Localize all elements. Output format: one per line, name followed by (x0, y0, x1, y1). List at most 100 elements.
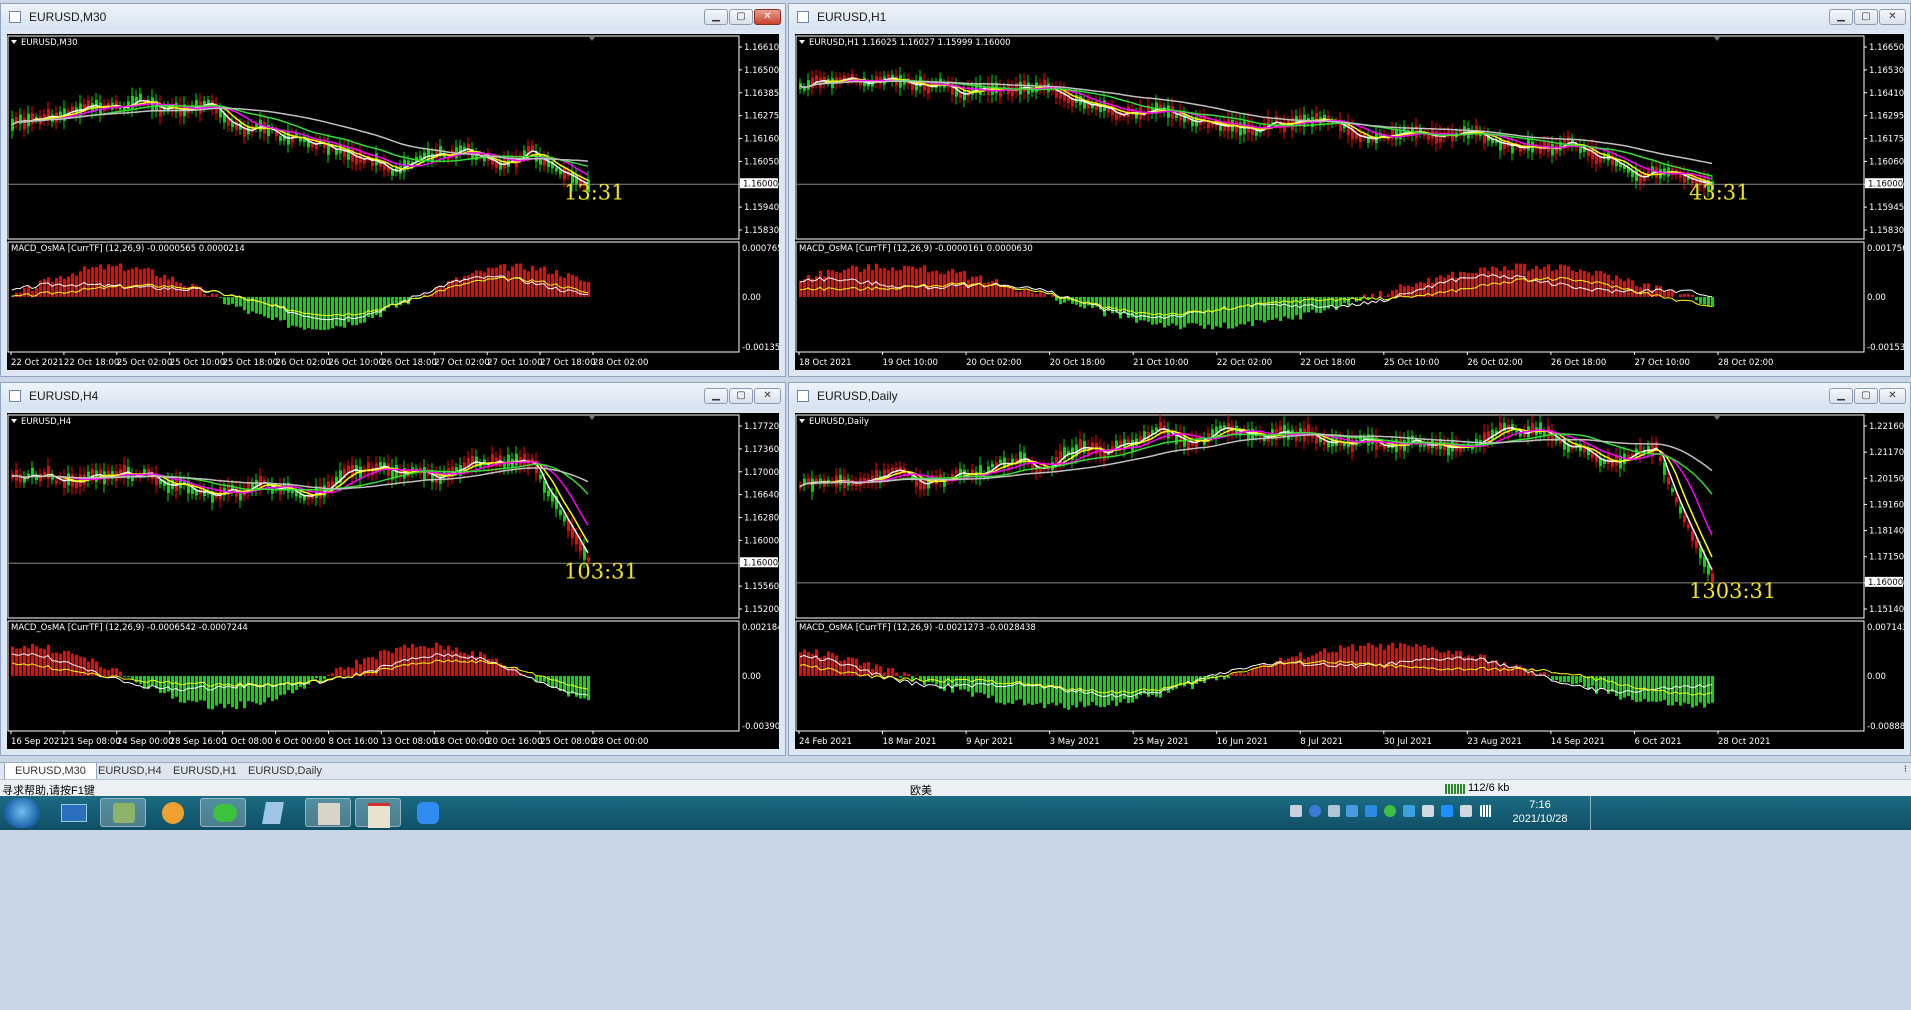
tray-clock-time[interactable]: 7:16 (1515, 799, 1565, 811)
price-label: 1.17720 (744, 422, 779, 432)
tray-volume-icon[interactable] (1422, 805, 1434, 817)
macd-histogram-bar (1315, 297, 1318, 313)
minimize-button[interactable]: ▁ (704, 388, 728, 404)
window-titlebar[interactable]: EURUSD,H4 ▁ ▢ ✕ (1, 383, 785, 409)
macd-histogram-bar (1363, 294, 1366, 297)
chart-area[interactable]: EURUSD,H1 1.16025 1.16027 1.15999 1.1600… (795, 34, 1904, 370)
price-label: 1.16530 (1869, 66, 1904, 76)
taskbar-app-explorer[interactable] (100, 798, 146, 827)
candle (1531, 422, 1534, 435)
tray-network-icon[interactable] (1403, 805, 1415, 817)
window-titlebar[interactable]: EURUSD,M30 ▁ ▢ ✕ (1, 4, 785, 30)
chart-svg[interactable]: EURUSD,H4 1.17720 1.17360 1.17000 1.16640 1.1… (7, 413, 779, 749)
chart-window-daily[interactable]: EURUSD,Daily ▁ ▢ ✕ EURUSD,Daily 1.22160 1.… (788, 382, 1911, 756)
macd-histogram-bar (847, 268, 850, 297)
macd-histogram-bar (975, 276, 978, 297)
tray-security-icon[interactable] (1346, 805, 1358, 817)
close-button[interactable]: ✕ (754, 388, 781, 404)
chart-window-h4[interactable]: EURUSD,H4 ▁ ▢ ✕ EURUSD,H4 1.17720 1.17360 1… (0, 382, 786, 756)
macd-histogram-bar (1339, 297, 1342, 306)
tray-usb-icon[interactable] (1328, 805, 1340, 817)
tray-ime-icon[interactable] (1441, 805, 1453, 817)
macd-histogram-bar (1687, 676, 1690, 704)
tray-speaker-icon[interactable] (1460, 805, 1472, 817)
chart-area[interactable]: EURUSD,H4 1.17720 1.17360 1.17000 1.16640 1.1… (7, 413, 779, 749)
chart-window-m30[interactable]: EURUSD,M30 ▁ ▢ ✕ EURUSD,M30 1.16610 1.1650… (0, 3, 786, 377)
maximize-button[interactable]: ▢ (729, 388, 753, 404)
macd-histogram-bar (1379, 643, 1382, 676)
macd-histogram-bar (835, 271, 838, 297)
close-button[interactable]: ✕ (754, 9, 781, 25)
price-label: 1.15200 (744, 605, 779, 615)
macd-histogram-bar (1507, 270, 1510, 297)
tab-eurusd-m30[interactable]: EURUSD,M30 (4, 763, 97, 780)
close-button[interactable]: ✕ (1879, 388, 1906, 404)
macd-histogram-bar (1327, 652, 1330, 676)
macd-histogram-bar (1043, 294, 1046, 297)
macd-histogram-bar (439, 285, 442, 297)
chart-window-h1[interactable]: EURUSD,H1 ▁ ▢ ✕ EURUSD,H1 1.16025 1.1602… (788, 3, 1911, 377)
macd-histogram-bar (315, 676, 318, 679)
chart-svg[interactable]: EURUSD,H1 1.16025 1.16027 1.15999 1.1600… (795, 34, 1904, 370)
tab-eurusd-h4[interactable]: EURUSD,H4 (88, 763, 172, 779)
candle (279, 136, 282, 141)
show-desktop-button[interactable] (1590, 796, 1603, 830)
minimize-button[interactable]: ▁ (704, 9, 728, 25)
close-button[interactable]: ✕ (1879, 9, 1906, 25)
taskbar-app-updater[interactable] (150, 798, 196, 827)
tray-keyboard-icon[interactable] (1290, 805, 1302, 817)
maximize-button[interactable]: ▢ (1854, 388, 1878, 404)
chart-area[interactable]: EURUSD,M30 1.16610 1.16500 1.16385 1.16275 1.… (7, 34, 779, 370)
candle (1695, 540, 1698, 548)
taskbar-app-wechat[interactable] (200, 798, 246, 827)
price-label: 1.16280 (744, 514, 779, 524)
tray-clock-date[interactable]: 2021/10/28 (1500, 813, 1580, 825)
candle (1639, 172, 1642, 184)
tray-signal-icon[interactable] (1480, 805, 1492, 817)
tab-eurusd-h1[interactable]: EURUSD,H1 (163, 763, 247, 779)
time-label: 16 Sep 2021 (11, 737, 65, 747)
macd-histogram-bar (235, 676, 238, 710)
macd-histogram-bar (1447, 650, 1450, 676)
tray-wechat-icon[interactable] (1384, 805, 1396, 817)
window-titlebar[interactable]: EURUSD,Daily ▁ ▢ ✕ (789, 383, 1910, 409)
macd-histogram-bar (207, 676, 210, 709)
macd-histogram-bar (1027, 289, 1030, 297)
candle (991, 463, 994, 468)
taskbar-app-tool[interactable] (305, 798, 351, 827)
tab-eurusd-daily[interactable]: EURUSD,Daily (238, 763, 332, 779)
macd-histogram-bar (1099, 676, 1102, 708)
taskbar-app-dingtalk[interactable] (405, 798, 451, 827)
macd-histogram-bar (943, 676, 946, 691)
maximize-button[interactable]: ▢ (1854, 9, 1878, 25)
tray-help-icon[interactable] (1309, 805, 1321, 817)
macd-histogram-bar (495, 658, 498, 676)
taskbar-app-metatrader[interactable] (355, 798, 401, 828)
macd-histogram-bar (1291, 656, 1294, 676)
chart-tab-strip: EURUSD,M30 EURUSD,H4 EURUSD,H1 EURUSD,Da… (0, 762, 1911, 780)
price-label: 1.16050 (744, 157, 779, 167)
minimize-button[interactable]: ▁ (1829, 388, 1853, 404)
tab-scroll-icon[interactable]: ⁝ (1904, 764, 1907, 775)
macd-histogram-bar (1107, 676, 1110, 706)
start-button[interactable] (4, 798, 40, 828)
tray-shield-icon[interactable] (1365, 805, 1377, 817)
taskbar-app-desktop[interactable] (50, 798, 96, 827)
time-label: 3 May 2021 (1050, 737, 1100, 747)
macd-histogram-bar (1271, 297, 1274, 320)
macd-histogram-bar (1155, 297, 1158, 325)
maximize-button[interactable]: ▢ (729, 9, 753, 25)
taskbar-app-notes[interactable] (250, 798, 296, 827)
price-label: 1.15830 (744, 226, 779, 236)
window-titlebar[interactable]: EURUSD,H1 ▁ ▢ ✕ (789, 4, 1910, 30)
macd-histogram-bar (471, 651, 474, 676)
minimize-button[interactable]: ▁ (1829, 9, 1853, 25)
chart-area[interactable]: EURUSD,Daily 1.22160 1.21170 1.20150 1.19160… (795, 413, 1904, 749)
macd-histogram-bar (235, 297, 238, 307)
macd-histogram-bar (843, 269, 846, 297)
macd-histogram-bar (1435, 277, 1438, 297)
chart-svg[interactable]: EURUSD,M30 1.16610 1.16500 1.16385 1.16275 1.… (7, 34, 779, 370)
macd-histogram-bar (215, 676, 218, 706)
candle (1119, 440, 1122, 449)
chart-svg[interactable]: EURUSD,Daily 1.22160 1.21170 1.20150 1.19160… (795, 413, 1904, 749)
